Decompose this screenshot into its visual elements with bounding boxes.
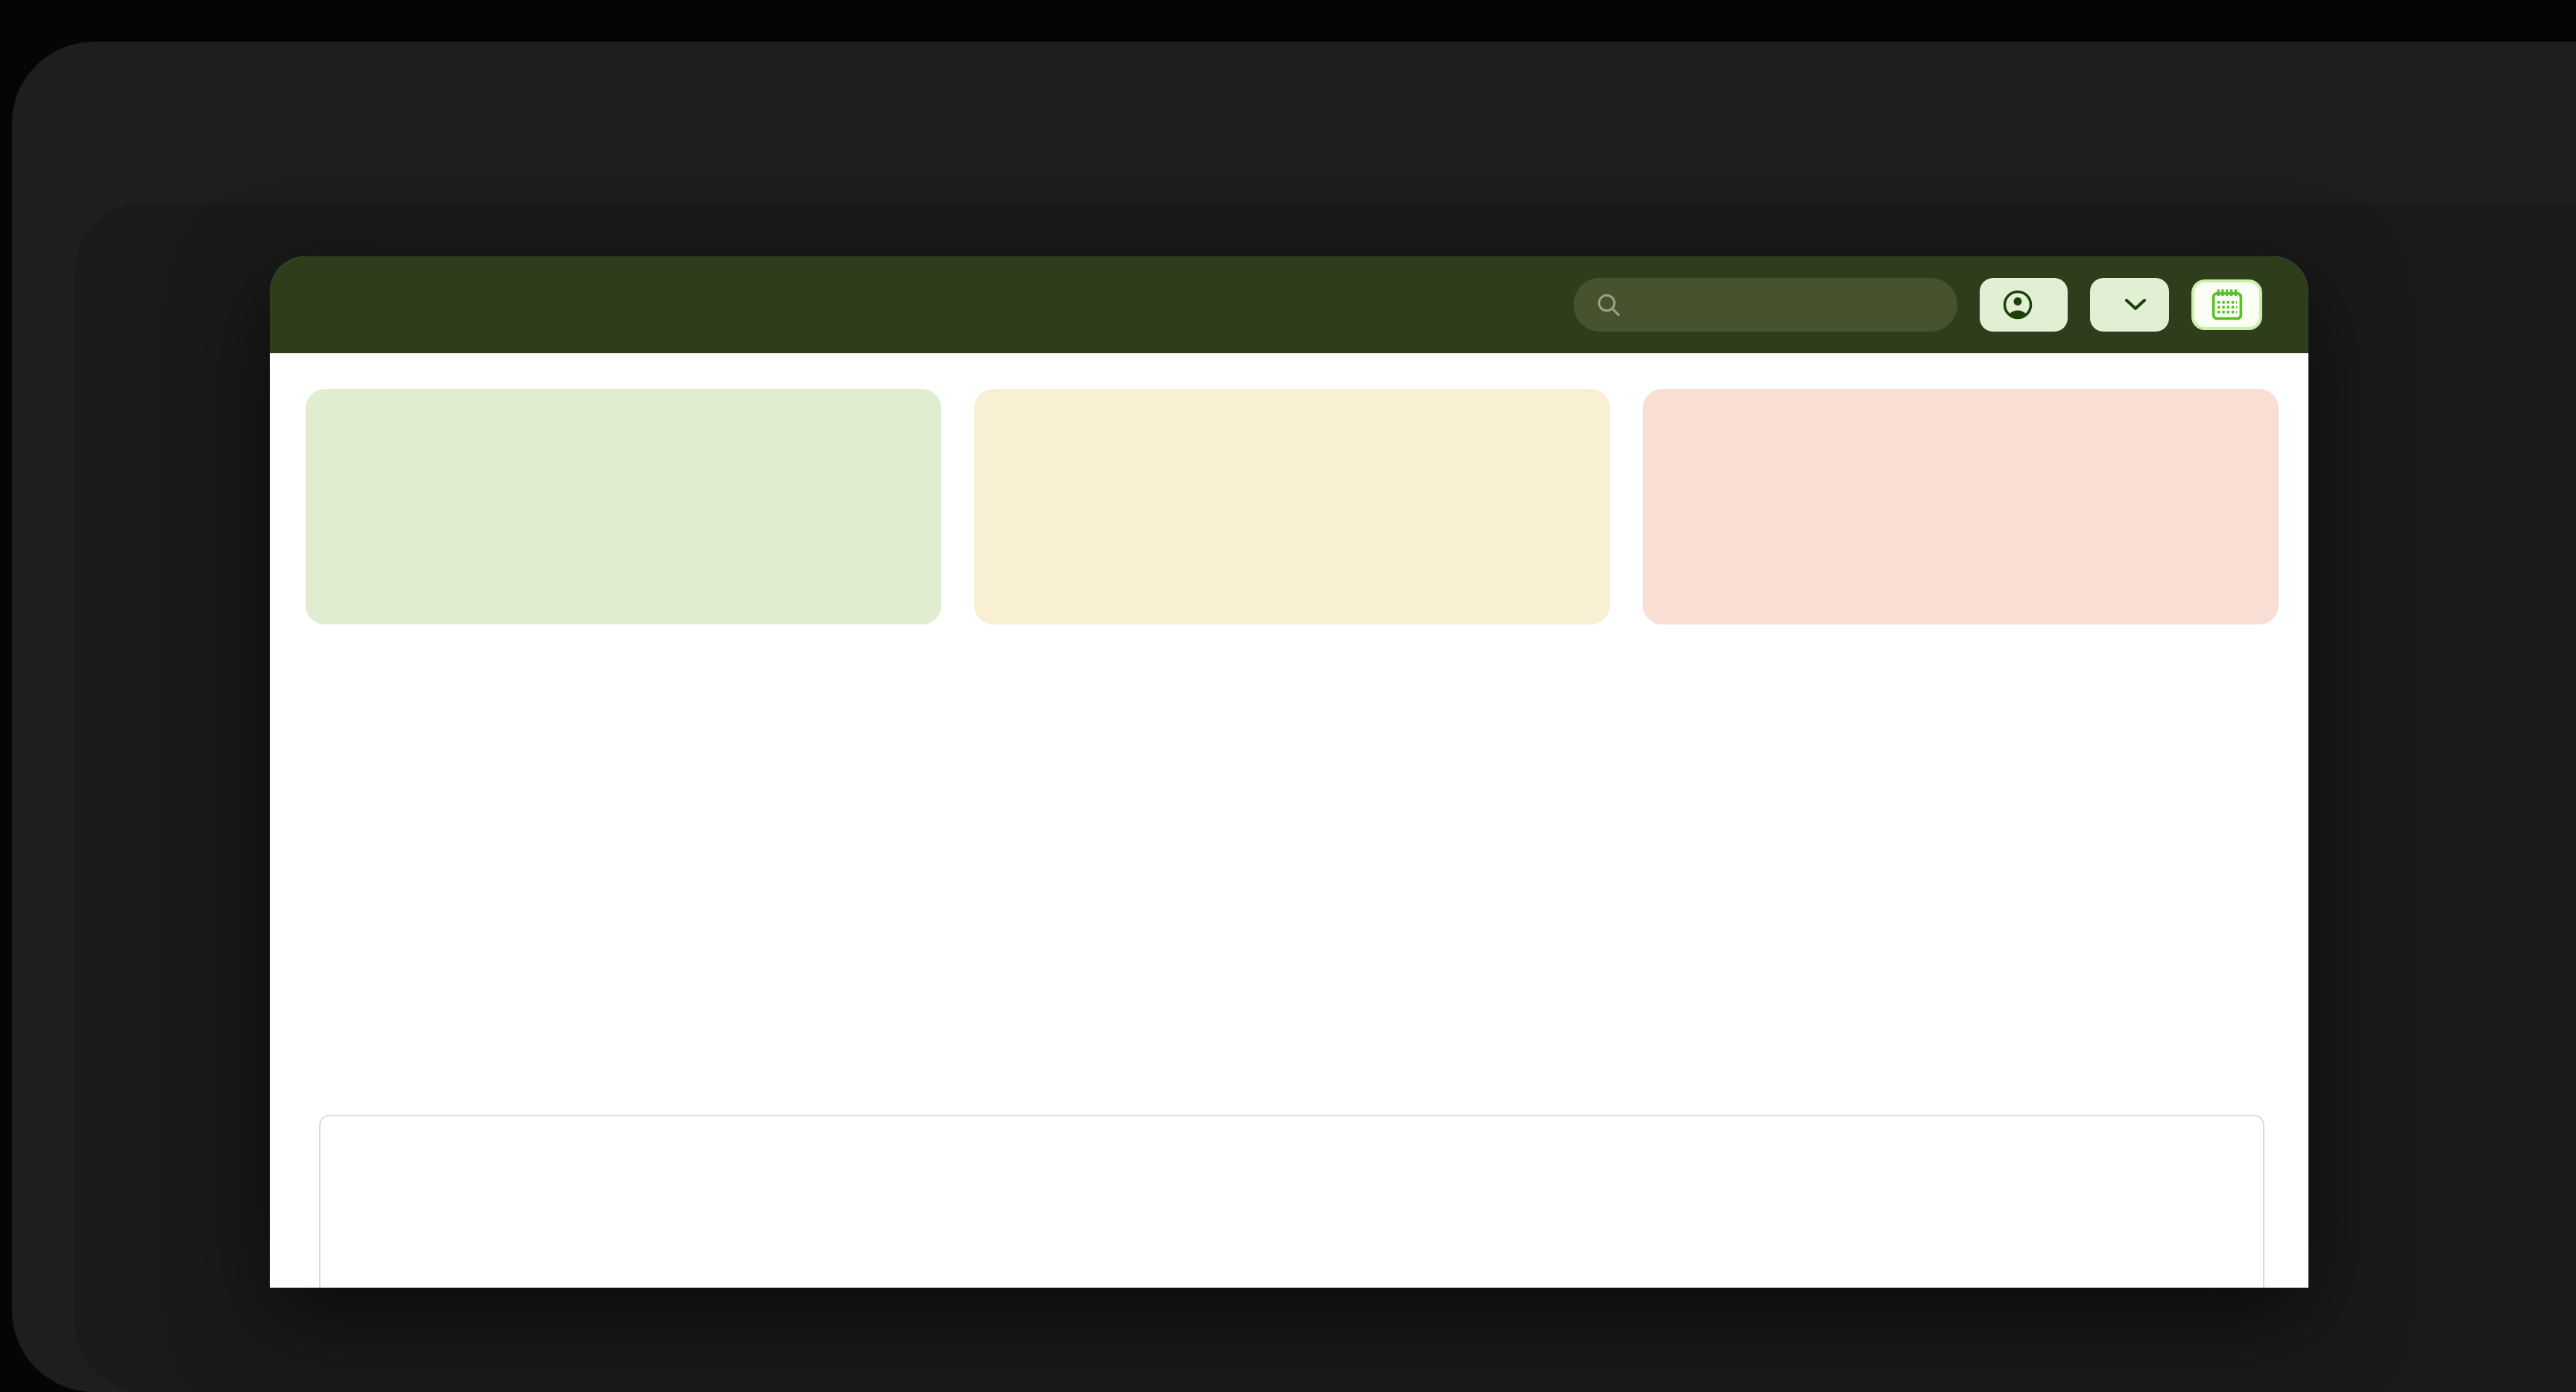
who-filter-button[interactable] [1980,278,2068,332]
expenses-by-date-chart [1291,785,2238,893]
approved-card [306,389,941,624]
search-icon [1594,291,1623,319]
rejected-card [1643,389,2279,624]
category-pie-chart [635,774,927,1066]
header-actions [1573,278,2262,332]
summary-cards [306,389,2279,624]
search-input[interactable] [1573,278,1957,332]
date-range-button[interactable] [2191,279,2262,330]
chevron-down-icon [2124,298,2147,311]
calendar-icon [2208,285,2247,324]
app-window [270,256,2308,1288]
expenses-table [319,1115,2264,1288]
app-header-bar [270,256,2308,353]
pending-card [974,389,1610,624]
category-filter-button[interactable] [2090,278,2169,332]
person-circle-icon [2002,289,2033,320]
search-box[interactable] [1573,278,1957,332]
